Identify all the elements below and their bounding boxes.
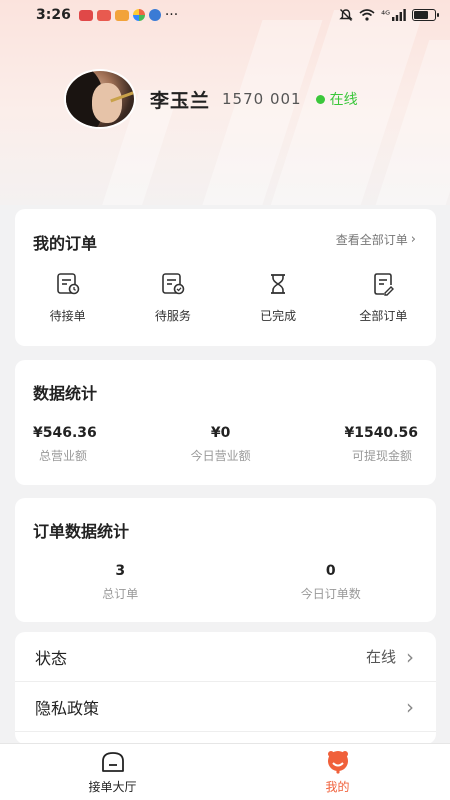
today-revenue-label: 今日营业额	[190, 449, 251, 463]
all-orders-icon	[374, 273, 395, 296]
total-orders-label: 总订单	[102, 587, 139, 601]
data-stats-title: 数据统计	[33, 384, 98, 403]
menu-item-privacy-label: 隐私政策	[35, 698, 100, 718]
network-type-label: ⁴ᴳ	[381, 9, 390, 21]
total-orders: 3 总订单	[15, 563, 226, 602]
online-status-text: 在线	[329, 92, 358, 108]
menu-item-status-value: 在线	[365, 648, 396, 666]
menu-item-privacy-policy[interactable]: 隐私政策 ›	[15, 682, 436, 732]
tab-mine-label: 我的	[325, 779, 350, 794]
signal-icon	[392, 9, 406, 21]
tab-order-hall-label: 接单大厅	[88, 779, 137, 794]
order-all-button[interactable]: 全部订单	[331, 271, 436, 324]
app-notification-icon	[114, 9, 129, 21]
total-revenue: ¥546.36 总营业额	[33, 425, 97, 464]
withdrawable-amount-label: 可提现金额	[351, 449, 412, 463]
app-notification-icon	[96, 9, 111, 21]
user-name: 李玉兰	[150, 89, 211, 112]
total-revenue-label: 总营业额	[39, 449, 88, 463]
to-serve-icon	[162, 273, 185, 295]
today-orders-label: 今日订单数	[300, 587, 361, 601]
profile-icon	[327, 750, 348, 774]
status-bar: 3:26 ··· ⁴ᴳ	[0, 0, 450, 30]
today-revenue: ¥0 今日营业额	[191, 425, 251, 464]
order-stats-row: 3 总订单 0 今日订单数	[15, 563, 436, 602]
app-notification-icon	[132, 9, 145, 21]
online-status-dot	[315, 94, 325, 104]
chevron-right-icon: ›	[406, 644, 414, 669]
profile-header[interactable]: 李玉兰 1570 001 在线	[64, 68, 358, 130]
settings-menu-card: 状态 在线 › 隐私政策 ›	[15, 632, 436, 744]
withdrawable-amount-value: ¥1540.56	[344, 425, 418, 441]
my-orders-title: 我的订单	[33, 234, 98, 253]
more-notifications-icon: ···	[164, 7, 179, 23]
avatar[interactable]	[64, 69, 136, 129]
view-all-orders-label: 查看全部订单	[335, 233, 408, 247]
hourglass-icon	[271, 274, 286, 294]
order-stats-card: 订单数据统计 3 总订单 0 今日订单数	[15, 498, 436, 622]
my-orders-card: 我的订单 查看全部订单 › 待接单 待服务 已完成 全部订单	[15, 209, 436, 346]
chevron-right-icon: ›	[410, 232, 416, 247]
order-all-label: 全部订单	[359, 309, 408, 323]
menu-item-status-label: 状态	[35, 648, 68, 668]
battery-icon	[412, 9, 439, 21]
user-phone: 1570 001	[222, 90, 302, 108]
tab-order-hall[interactable]: 接单大厅	[0, 744, 225, 800]
bottom-tab-bar: 接单大厅 我的	[0, 743, 450, 800]
pending-order-icon	[56, 273, 79, 295]
order-to-serve-button[interactable]: 待服务	[120, 271, 225, 324]
view-all-orders-link[interactable]: 查看全部订单 ›	[336, 231, 416, 248]
today-orders: 0 今日订单数	[226, 563, 437, 602]
home-icon	[101, 751, 124, 772]
tab-mine[interactable]: 我的	[225, 744, 450, 800]
total-orders-value: 3	[115, 563, 126, 579]
mute-icon	[339, 9, 353, 21]
menu-item-status[interactable]: 状态 在线 ›	[15, 632, 436, 682]
order-completed-button[interactable]: 已完成	[226, 271, 331, 324]
wifi-icon	[359, 9, 375, 21]
app-notification-icon	[148, 9, 161, 21]
app-notification-icon	[78, 9, 93, 21]
withdrawable-amount: ¥1540.56 可提现金额	[344, 425, 418, 464]
status-time: 3:26	[36, 7, 71, 23]
order-pending-label: 待接单	[49, 309, 86, 323]
today-revenue-value: ¥0	[210, 425, 231, 441]
today-orders-value: 0	[325, 563, 336, 579]
data-stats-row: ¥546.36 总营业额 ¥0 今日营业额 ¥1540.56 可提现金额	[15, 425, 436, 464]
order-stats-title: 订单数据统计	[33, 522, 130, 541]
order-to-serve-label: 待服务	[154, 309, 191, 323]
data-stats-card: 数据统计 ¥546.36 总营业额 ¥0 今日营业额 ¥1540.56 可提现金…	[15, 360, 436, 485]
order-pending-button[interactable]: 待接单	[15, 271, 120, 324]
order-completed-label: 已完成	[260, 309, 297, 323]
total-revenue-value: ¥546.36	[33, 425, 97, 441]
chevron-right-icon: ›	[406, 694, 414, 719]
order-shortcuts: 待接单 待服务 已完成 全部订单	[15, 271, 436, 324]
